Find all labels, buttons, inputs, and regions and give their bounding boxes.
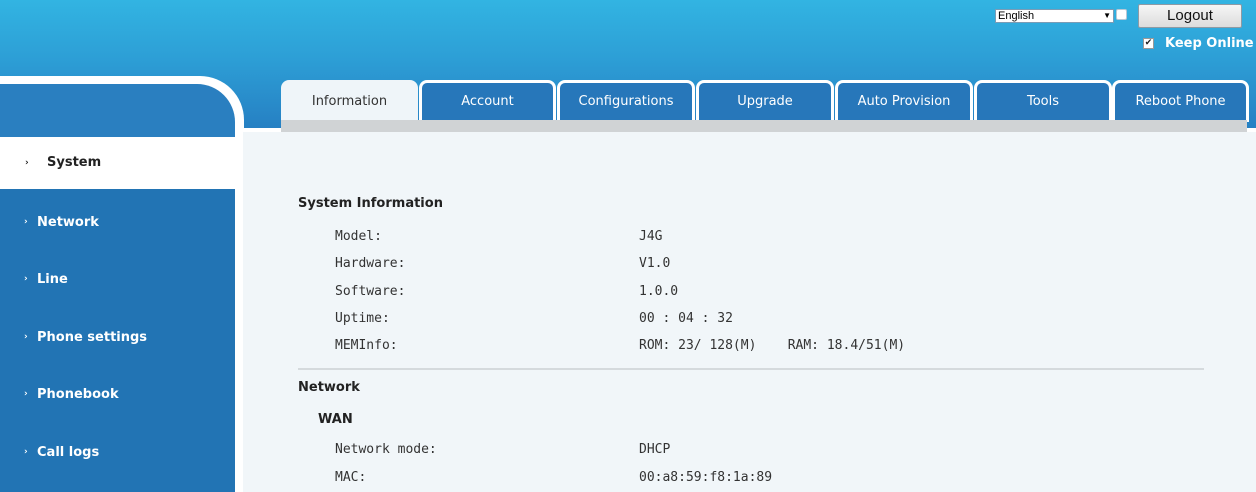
software-label: Software:	[335, 284, 406, 299]
tab-information[interactable]: Information	[281, 80, 418, 124]
sidebar-item-label: Phone settings	[37, 330, 148, 345]
uptime-label: Uptime:	[335, 311, 390, 326]
tab-account[interactable]: Account	[419, 80, 556, 122]
hardware-label: Hardware:	[335, 256, 406, 271]
sidebar-item-network[interactable]: › Network	[0, 195, 235, 250]
tab-auto-provision[interactable]: Auto Provision	[835, 80, 973, 122]
sidebar-item-phone-settings[interactable]: › Phone settings	[0, 310, 235, 365]
software-value: 1.0.0	[639, 284, 679, 299]
sidebar-item-label: Call logs	[37, 445, 100, 460]
sidebar-item-line[interactable]: › Line	[0, 252, 235, 307]
sidebar-item-label: Phonebook	[37, 387, 119, 402]
tab-upgrade[interactable]: Upgrade	[696, 80, 834, 122]
sidebar-header	[0, 84, 235, 139]
section-divider	[298, 368, 1204, 370]
mac-value: 00:a8:59:f8:1a:89	[639, 470, 773, 485]
uptime-value: 00 : 04 : 32	[639, 311, 733, 326]
chevron-right-icon: ›	[24, 274, 28, 284]
network-title: Network	[298, 380, 360, 395]
keep-online-checkbox[interactable]: ✔	[1143, 38, 1154, 49]
chevron-right-icon: ›	[24, 217, 28, 227]
meminfo-label: MEMInfo:	[335, 338, 398, 353]
chevron-right-icon: ›	[24, 332, 28, 342]
logout-button[interactable]: Logout	[1138, 4, 1242, 28]
tab-configurations[interactable]: Configurations	[557, 80, 695, 122]
wan-title: WAN	[318, 412, 353, 427]
system-information-title: System Information	[298, 196, 443, 211]
tab-reboot-phone[interactable]: Reboot Phone	[1112, 80, 1249, 122]
tab-strip	[281, 120, 1247, 132]
network-mode-label: Network mode:	[335, 442, 437, 457]
chevron-right-icon: ›	[24, 447, 28, 457]
language-select-value: English	[998, 10, 1035, 22]
chevron-right-icon: ›	[25, 158, 29, 168]
sidebar: › System › Network › Line › Phone settin…	[0, 137, 235, 492]
dropdown-arrow-icon: ▼	[1103, 11, 1111, 20]
model-label: Model:	[335, 229, 382, 244]
chevron-right-icon: ›	[24, 389, 28, 399]
meminfo-value: ROM: 23/ 128(M) RAM: 18.4/51(M)	[639, 338, 906, 353]
hardware-value: V1.0	[639, 256, 671, 271]
sidebar-item-label: System	[47, 155, 102, 170]
main-content	[243, 132, 1256, 492]
mac-label: MAC:	[335, 470, 367, 485]
keep-online-label: Keep Online	[1165, 36, 1254, 51]
sidebar-item-label: Network	[37, 215, 99, 230]
model-value: J4G	[639, 229, 663, 244]
tab-tools[interactable]: Tools	[974, 80, 1112, 122]
network-mode-value: DHCP	[639, 442, 671, 457]
sidebar-item-system[interactable]: › System	[0, 137, 235, 189]
logout-checkbox[interactable]	[1116, 9, 1127, 20]
sidebar-item-call-logs[interactable]: › Call logs	[0, 425, 235, 480]
sidebar-item-phonebook[interactable]: › Phonebook	[0, 367, 235, 422]
sidebar-item-label: Line	[37, 272, 68, 287]
language-select[interactable]: English ▼	[995, 9, 1114, 23]
